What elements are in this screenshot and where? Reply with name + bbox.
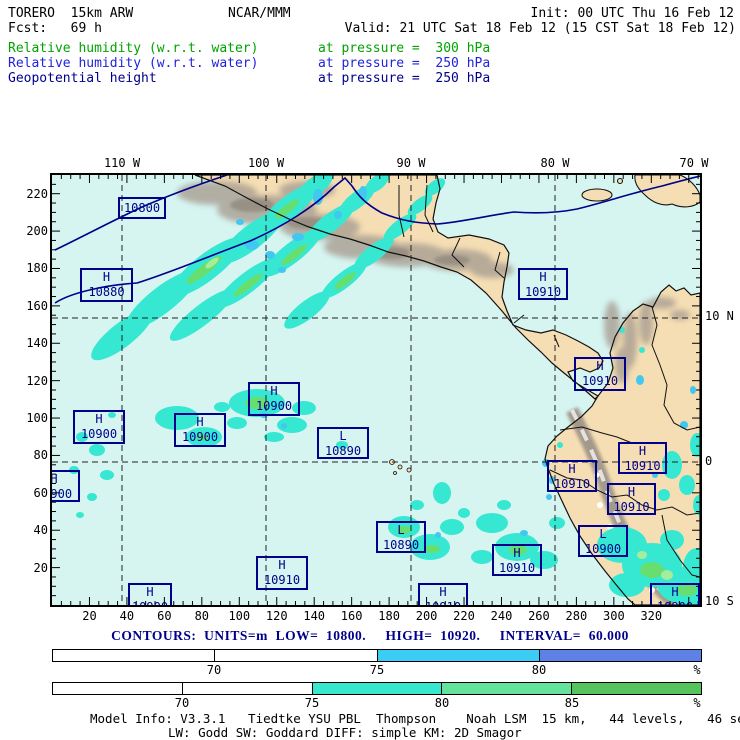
- x-axis-label: 40: [119, 609, 135, 623]
- colorbar-tick-label: 75: [304, 696, 320, 710]
- island-jamaica: [581, 188, 613, 202]
- lat-tick-label: 10 N: [705, 309, 734, 323]
- forecast-hour: Fcst: 69 h: [8, 21, 102, 36]
- lat-tick-label: 10 S: [705, 594, 734, 608]
- colorbar-segment: [441, 683, 572, 694]
- pressure-center-H: H 10910: [256, 556, 308, 590]
- lon-tick-label: 110 W: [103, 156, 141, 170]
- colorbar-tick-label: 75: [369, 663, 385, 677]
- islet: [616, 177, 624, 185]
- pressure-center-L: L 10890: [376, 521, 426, 553]
- field-name-0: Relative humidity (w.r.t. water): [8, 41, 259, 56]
- pressure-center-H: H 10910: [518, 268, 568, 300]
- x-axis-label: 80: [194, 609, 210, 623]
- pressure-center-H: H 10910: [574, 357, 626, 391]
- y-axis-label: 60: [33, 485, 48, 500]
- model-title: TORERO 15km ARW: [8, 6, 134, 21]
- y-axis-label: 100: [26, 411, 48, 426]
- pressure-center-H: H10900: [128, 583, 172, 605]
- pressure-center-H: H10900: [248, 382, 300, 416]
- field-level-2: at pressure = 250 hPa: [318, 71, 491, 86]
- lon-tick-label: 80 W: [540, 156, 570, 170]
- colorbar-tick-label: %: [693, 696, 701, 710]
- colorbar-segment: [181, 683, 312, 694]
- field-level-1: at pressure = 250 hPa: [318, 56, 491, 71]
- y-axis-label: 140: [26, 336, 48, 351]
- lon-tick-label: 90 W: [396, 156, 426, 170]
- x-axis-label: 320: [640, 609, 663, 623]
- colorbar-segment: [53, 683, 182, 694]
- contour-info: CONTOURS: UNITS=m LOW= 10800. HIGH= 1092…: [111, 628, 629, 643]
- lon-tick-label: 100 W: [247, 156, 285, 170]
- colorbar-tick-label: 85: [564, 696, 580, 710]
- x-axis-label: 280: [565, 609, 588, 623]
- x-axis-label: 120: [265, 609, 288, 623]
- map-plot-area: 10800 H 10880 H 10910 H 10910 H 10900 H 10900 H 1090…: [50, 173, 702, 607]
- lat-tick-label: 0: [705, 454, 713, 468]
- colorbar-segment: [376, 650, 539, 661]
- field-level-0: at pressure = 300 hPa: [318, 41, 491, 56]
- weather-chart-page: TORERO 15km ARW NCAR/MMM Init: 00 UTC Th…: [0, 0, 740, 740]
- valid-time: Valid: 21 UTC Sat 18 Feb 12 (15 CST Sat …: [344, 21, 736, 36]
- x-axis-label: 180: [378, 609, 400, 623]
- field-name-2: Geopotential height: [8, 71, 157, 86]
- init-time: Init: 00 UTC Thu 16 Feb 12: [530, 6, 735, 21]
- pressure-center-H: H 10880: [80, 268, 133, 302]
- center-name: NCAR/MMM: [228, 6, 291, 21]
- model-info-line1: Model Info: V3.3.1 Tiedtke YSU PBL Thomp…: [90, 711, 740, 726]
- y-axis-label: 20: [33, 560, 48, 575]
- colorbar-tick-label: 70: [206, 663, 222, 677]
- contour-value-label: 10800: [118, 197, 166, 219]
- colorbar-tick-label: 80: [434, 696, 450, 710]
- pressure-center-H: H10900: [52, 470, 80, 502]
- pressure-center-H: H 10910: [618, 442, 667, 474]
- pressure-center-H: H10900: [73, 410, 125, 444]
- y-axis-label: 180: [26, 261, 48, 276]
- y-axis-label: 40: [33, 523, 48, 538]
- lon-tick-label: 70 W: [679, 156, 709, 170]
- pressure-center-H: H 10910: [607, 483, 656, 515]
- field-name-1: Relative humidity (w.r.t. water): [8, 56, 259, 71]
- colorbar-segment: [311, 683, 442, 694]
- pressure-center-H: H 10910: [492, 544, 542, 576]
- x-axis-label: 260: [528, 609, 550, 623]
- colorbar-tick-label: 80: [531, 663, 547, 677]
- colorbar-segment: [53, 650, 215, 661]
- pressure-center-H: H 10910: [547, 460, 597, 492]
- x-axis-label: 140: [303, 609, 326, 623]
- x-axis-label: 240: [490, 609, 513, 623]
- x-axis-label: 160: [340, 609, 363, 623]
- rh-250hPa-scale: [52, 649, 702, 662]
- colorbar-tick-label: %: [693, 663, 701, 677]
- colorbar-segment: [214, 650, 377, 661]
- x-axis-label: 200: [415, 609, 438, 623]
- y-axis-label: 220: [26, 186, 48, 201]
- pressure-center-H: H10900: [650, 583, 700, 605]
- pressure-center-H: H 10910: [418, 583, 468, 605]
- pressure-center-L: L 10890: [317, 427, 369, 459]
- colorbar-segment: [538, 650, 701, 661]
- x-axis-label: 60: [157, 609, 172, 623]
- colorbar-tick-label: 70: [174, 696, 190, 710]
- pressure-center-H: H10900: [174, 413, 226, 447]
- pressure-center-L: L 10900: [578, 525, 628, 557]
- x-axis-label: 300: [603, 609, 625, 623]
- y-axis-label: 200: [26, 224, 48, 239]
- y-axis-label: 160: [26, 298, 48, 313]
- y-axis-label: 80: [33, 448, 48, 463]
- x-axis-label: 220: [453, 609, 475, 623]
- rh-300hPa-scale: [52, 682, 702, 695]
- x-axis-label: 20: [82, 609, 97, 623]
- colorbar-segment: [571, 683, 701, 694]
- x-axis-label: 100: [228, 609, 251, 623]
- y-axis-label: 120: [26, 373, 48, 388]
- model-info-line2: LW: Godd SW: Goddard DIFF: simple KM: 2D…: [168, 725, 522, 740]
